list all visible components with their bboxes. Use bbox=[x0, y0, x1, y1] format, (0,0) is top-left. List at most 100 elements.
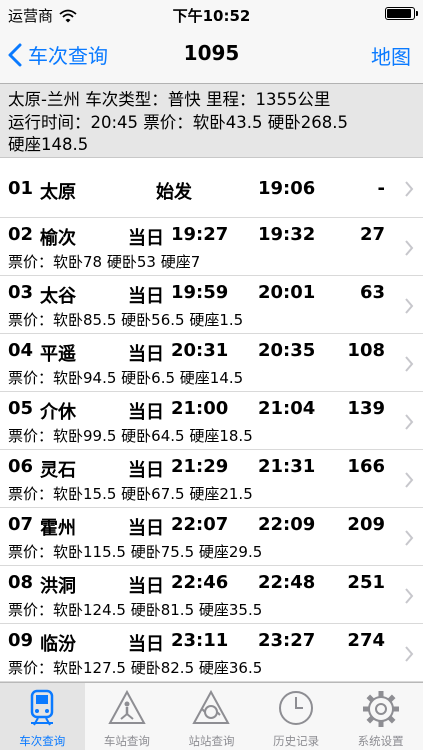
train-info-line-3: 硬座148.5 bbox=[8, 135, 89, 154]
station-distance: 251 bbox=[347, 572, 385, 593]
station-name: 临汾 bbox=[40, 634, 76, 655]
station-distance: 63 bbox=[359, 282, 385, 303]
back-button-label: 车次查询 bbox=[28, 44, 108, 68]
tab-station-query[interactable]: 车站查询 bbox=[85, 683, 170, 750]
station-distance: 108 bbox=[347, 340, 385, 361]
station-row[interactable]: 01 太原 始发 19:06 - bbox=[0, 158, 423, 218]
station-row-main: 08 洪洞 当日 22:46 22:48 251 bbox=[8, 572, 393, 598]
station-price: 票价：软卧78 硬卧53 硬座7 bbox=[8, 253, 201, 271]
station-day: 当日 bbox=[128, 460, 164, 481]
back-button[interactable]: 车次查询 bbox=[8, 40, 108, 69]
chevron-right-icon bbox=[405, 240, 414, 256]
station-row[interactable]: 09 临汾 当日 23:11 23:27 274 票价：软卧127.5 硬卧82… bbox=[0, 624, 423, 682]
station-row-main: 04 平遥 当日 20:31 20:35 108 bbox=[8, 340, 393, 366]
station-index: 03 bbox=[8, 282, 34, 303]
station-arrive: 22:07 bbox=[171, 514, 229, 535]
tab-train-query[interactable]: 车次查询 bbox=[0, 683, 85, 750]
chevron-right-icon bbox=[405, 472, 414, 488]
station-name: 洪洞 bbox=[40, 576, 76, 597]
station-index: 08 bbox=[8, 572, 34, 593]
station-distance: 274 bbox=[347, 630, 385, 651]
chevron-right-icon bbox=[405, 356, 414, 372]
station-depart: 21:04 bbox=[258, 398, 316, 419]
station-day: 当日 bbox=[128, 576, 164, 597]
station-row-main: 01 太原 始发 19:06 - bbox=[8, 178, 393, 204]
station-depart: 20:35 bbox=[258, 340, 316, 361]
station-arrive: 19:59 bbox=[171, 282, 229, 303]
tab-bar: 车次查询 车站查询 站站查询 历史记录 系统设置 bbox=[0, 682, 423, 750]
station-row-main: 05 介休 当日 21:00 21:04 139 bbox=[8, 398, 393, 424]
station-depart: 23:27 bbox=[258, 630, 316, 651]
gear-icon bbox=[362, 691, 399, 727]
station-index: 05 bbox=[8, 398, 34, 419]
station-price: 票价：软卧99.5 硬卧64.5 硬座18.5 bbox=[8, 427, 253, 445]
chevron-left-icon bbox=[8, 43, 22, 66]
station-index: 02 bbox=[8, 224, 34, 245]
station-row[interactable]: 05 介休 当日 21:00 21:04 139 票价：软卧99.5 硬卧64.… bbox=[0, 392, 423, 450]
tab-label: 历史记录 bbox=[273, 734, 320, 748]
station-day: 当日 bbox=[128, 344, 164, 365]
station-arrive: 22:46 bbox=[171, 572, 229, 593]
station-day: 当日 bbox=[128, 228, 164, 249]
battery-icon bbox=[385, 7, 418, 20]
station-index: 01 bbox=[8, 178, 34, 199]
train-info-line-2: 运行时间：20:45 票价：软卧43.5 硬卧268.5 bbox=[8, 112, 349, 132]
status-time: 下午10:52 bbox=[172, 7, 251, 25]
station-price: 票价：软卧124.5 硬卧81.5 硬座35.5 bbox=[8, 601, 263, 619]
station-row[interactable]: 06 灵石 当日 21:29 21:31 166 票价：软卧15.5 硬卧67.… bbox=[0, 450, 423, 508]
station-depart: 22:09 bbox=[258, 514, 316, 535]
station-to-station-icon bbox=[192, 689, 231, 724]
train-info: 太原-兰州 车次类型：普快 里程：1355公里 运行时间：20:45 票价：软卧… bbox=[0, 84, 423, 158]
chevron-right-icon bbox=[405, 298, 414, 314]
station-arrive: 始发 bbox=[156, 182, 192, 203]
station-row[interactable]: 02 榆次 当日 19:27 19:32 27 票价：软卧78 硬卧53 硬座7 bbox=[0, 218, 423, 276]
station-index: 06 bbox=[8, 456, 34, 477]
station-row-main: 06 灵石 当日 21:29 21:31 166 bbox=[8, 456, 393, 482]
station-arrive: 21:00 bbox=[171, 398, 229, 419]
station-row[interactable]: 08 洪洞 当日 22:46 22:48 251 票价：软卧124.5 硬卧81… bbox=[0, 566, 423, 624]
station-day: 当日 bbox=[128, 402, 164, 423]
tab-label: 站站查询 bbox=[188, 734, 235, 748]
station-distance: 139 bbox=[347, 398, 385, 419]
station-price: 票价：软卧115.5 硬卧75.5 硬座29.5 bbox=[8, 543, 263, 561]
station-price: 票价：软卧127.5 硬卧82.5 硬座36.5 bbox=[8, 659, 263, 677]
tab-label: 系统设置 bbox=[357, 734, 404, 748]
station-depart: 21:31 bbox=[258, 456, 316, 477]
station-arrive: 21:29 bbox=[171, 456, 229, 477]
station-distance: 27 bbox=[359, 224, 385, 245]
station-day: 当日 bbox=[128, 286, 164, 307]
tab-label: 车次查询 bbox=[19, 734, 66, 748]
station-name: 灵石 bbox=[40, 460, 76, 481]
station-name: 太谷 bbox=[40, 286, 76, 307]
station-name: 平遥 bbox=[40, 344, 76, 365]
station-distance: - bbox=[377, 178, 385, 199]
tab-station-to-station[interactable]: 站站查询 bbox=[169, 683, 254, 750]
station-arrive: 20:31 bbox=[171, 340, 229, 361]
tab-history[interactable]: 历史记录 bbox=[254, 683, 339, 750]
station-distance: 209 bbox=[347, 514, 385, 535]
station-row-main: 02 榆次 当日 19:27 19:32 27 bbox=[8, 224, 393, 250]
station-row[interactable]: 04 平遥 当日 20:31 20:35 108 票价：软卧94.5 硬卧6.5… bbox=[0, 334, 423, 392]
station-distance: 166 bbox=[347, 456, 385, 477]
station-row-main: 03 太谷 当日 19:59 20:01 63 bbox=[8, 282, 393, 308]
station-name: 太原 bbox=[40, 182, 76, 203]
station-row[interactable]: 07 霍州 当日 22:07 22:09 209 票价：软卧115.5 硬卧75… bbox=[0, 508, 423, 566]
tab-settings[interactable]: 系统设置 bbox=[338, 683, 423, 750]
station-row[interactable]: 03 太谷 当日 19:59 20:01 63 票价：软卧85.5 硬卧56.5… bbox=[0, 276, 423, 334]
chevron-right-icon bbox=[405, 181, 414, 197]
chevron-right-icon bbox=[405, 530, 414, 546]
station-list[interactable]: 01 太原 始发 19:06 - 02 榆次 当日 19:27 19:32 27… bbox=[0, 158, 423, 682]
station-arrive: 19:27 bbox=[171, 224, 229, 245]
station-day: 当日 bbox=[128, 634, 164, 655]
train-info-line-1: 太原-兰州 车次类型：普快 里程：1355公里 bbox=[8, 90, 331, 109]
station-price: 票价：软卧15.5 硬卧67.5 硬座21.5 bbox=[8, 485, 253, 503]
station-name: 介休 bbox=[40, 402, 76, 423]
station-day: 当日 bbox=[128, 518, 164, 539]
station-row-main: 07 霍州 当日 22:07 22:09 209 bbox=[8, 514, 393, 540]
chevron-right-icon bbox=[405, 414, 414, 430]
map-button[interactable]: 地图 bbox=[371, 41, 411, 70]
station-depart: 19:32 bbox=[258, 224, 316, 245]
station-depart: 22:48 bbox=[258, 572, 316, 593]
nav-bar: 车次查询 1095 地图 bbox=[0, 28, 423, 84]
station-depart: 19:06 bbox=[258, 178, 316, 199]
